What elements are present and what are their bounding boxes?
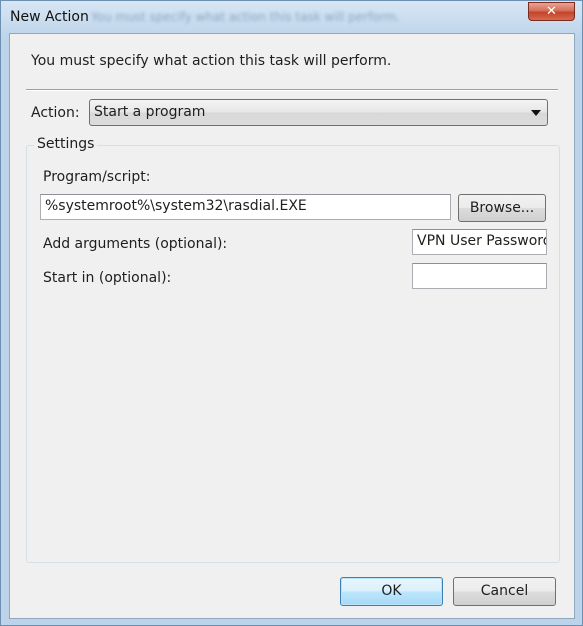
chevron-down-icon: [531, 110, 541, 116]
browse-button[interactable]: Browse...: [458, 194, 546, 222]
settings-legend: Settings: [34, 136, 98, 152]
program-script-input[interactable]: %systemroot%\system32\rasdial.EXE: [40, 194, 451, 220]
instruction-text: You must specify what action this task w…: [31, 53, 392, 69]
ok-button[interactable]: OK: [340, 577, 443, 606]
dialog-client-area: You must specify what action this task w…: [9, 33, 575, 619]
close-icon: ✕: [546, 4, 557, 19]
cancel-button[interactable]: Cancel: [453, 577, 556, 606]
action-dropdown-value: Start a program: [94, 104, 206, 120]
add-arguments-input[interactable]: VPN User Password: [412, 229, 547, 255]
window-title: New Action: [10, 9, 89, 25]
separator: [26, 89, 558, 91]
program-script-label: Program/script:: [43, 169, 151, 185]
action-dropdown[interactable]: Start a program: [89, 99, 548, 126]
new-action-dialog: New Action You must specify what action …: [0, 0, 583, 626]
title-bar[interactable]: New Action You must specify what action …: [1, 1, 582, 33]
close-button[interactable]: ✕: [528, 2, 575, 21]
start-in-input[interactable]: [412, 263, 547, 289]
add-arguments-label: Add arguments (optional):: [43, 236, 228, 252]
action-label: Action:: [31, 105, 80, 121]
title-ghost-text: You must specify what action this task w…: [91, 10, 400, 24]
start-in-label: Start in (optional):: [43, 270, 172, 286]
